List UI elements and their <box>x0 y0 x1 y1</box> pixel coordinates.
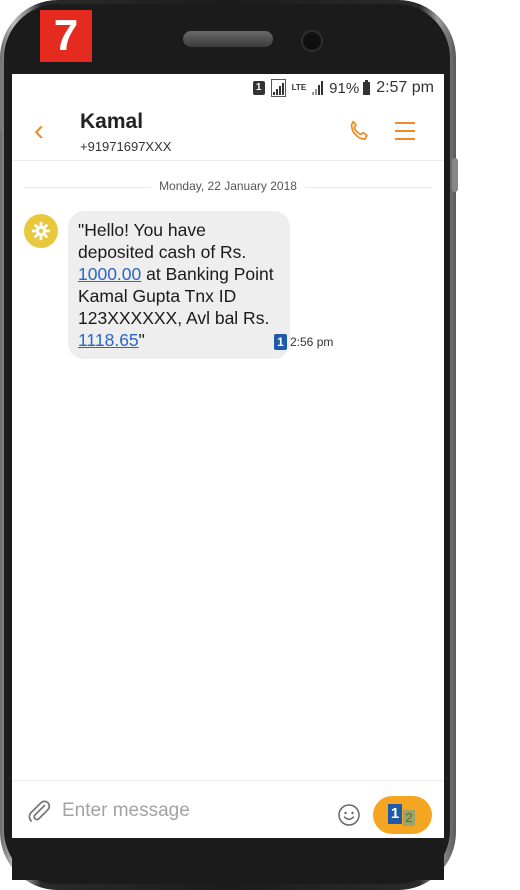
amount-link[interactable]: 1000.00 <box>78 264 141 284</box>
signal-icon <box>270 79 286 97</box>
earpiece-speaker <box>183 31 273 47</box>
battery-percent: 91% <box>329 79 360 97</box>
avatar[interactable] <box>24 214 58 248</box>
emoji-icon[interactable] <box>337 803 361 827</box>
sim-badge: 1 <box>274 334 287 350</box>
step-number-badge: 7 <box>40 10 92 62</box>
sim-icon: 1 <box>252 81 265 95</box>
menu-icon[interactable] <box>395 122 415 140</box>
balance-link[interactable]: 1118.65 <box>78 330 139 350</box>
signal-strength-icon <box>312 81 324 95</box>
network-type-label: LTE <box>291 83 307 92</box>
message-composer: 1 2 <box>12 780 444 838</box>
phone-frame: 7 1 LTE 91% 2:57 pm ‹ Kamal +91971697XXX <box>0 0 458 890</box>
phone-screen: 1 LTE 91% 2:57 pm ‹ Kamal +91971697XXX M… <box>12 74 444 838</box>
phone-icon[interactable] <box>346 119 372 145</box>
navigation-area <box>12 838 444 880</box>
conversation-header: ‹ Kamal +91971697XXX <box>12 102 444 161</box>
send-button[interactable]: 1 2 <box>373 796 432 834</box>
status-time: 2:57 pm <box>376 79 434 96</box>
sim-1-icon: 1 <box>388 804 402 824</box>
status-bar: 1 LTE 91% 2:57 pm <box>12 74 444 102</box>
date-divider: Monday, 22 January 2018 <box>24 177 432 197</box>
paperclip-icon[interactable] <box>26 798 52 824</box>
chevron-left-icon[interactable]: ‹ <box>34 116 44 146</box>
front-camera <box>301 30 323 52</box>
message-text: " <box>138 330 145 350</box>
battery-icon <box>363 79 371 95</box>
sim-2-icon: 2 <box>403 810 415 826</box>
gear-icon <box>32 222 50 240</box>
date-label: Monday, 22 January 2018 <box>151 179 305 193</box>
message-bubble[interactable]: "Hello! You have deposited cash of Rs. 1… <box>68 211 290 359</box>
power-button <box>452 158 458 192</box>
contact-number: +91971697XXX <box>80 139 172 154</box>
message-meta: 1 2:56 pm <box>274 334 333 350</box>
message-input[interactable] <box>60 795 334 827</box>
message-time: 2:56 pm <box>290 335 334 349</box>
message-text: "Hello! You have deposited cash of Rs. <box>78 220 247 262</box>
contact-name: Kamal <box>80 110 144 133</box>
